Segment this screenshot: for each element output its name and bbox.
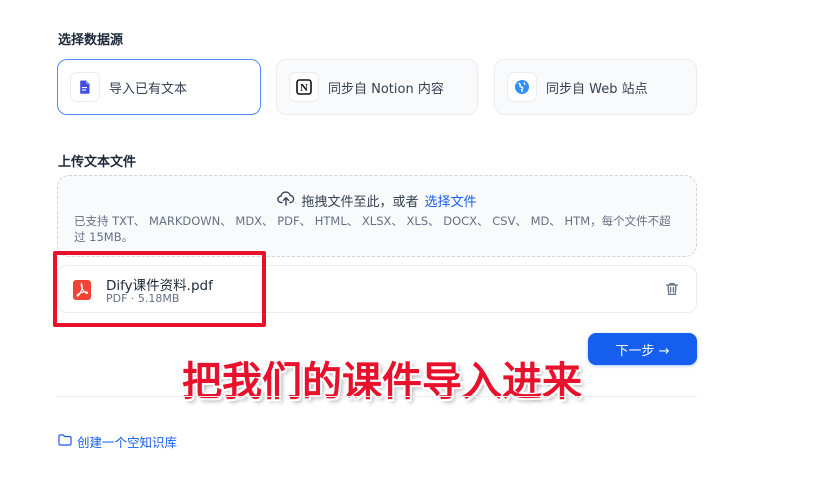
next-step-button[interactable]: 下一步 → [588, 333, 697, 365]
source-option-label: 同步自 Web 站点 [546, 81, 648, 97]
dropzone-text: 拖拽文件至此，或者 [301, 194, 419, 210]
svg-text:N: N [300, 82, 308, 94]
annotation-caption: 把我们的课件导入进来 [182, 359, 582, 405]
web-icon [507, 72, 537, 102]
source-option-label: 导入已有文本 [109, 81, 188, 97]
create-empty-knowledge-base-label: 创建一个空知识库 [77, 435, 178, 450]
annotation-highlight-box [53, 251, 266, 327]
file-dropzone[interactable]: 拖拽文件至此，或者 选择文件 已支持 TXT、 MARKDOWN、 MDX、 P… [57, 175, 697, 257]
divider [57, 396, 697, 397]
trash-icon[interactable] [664, 281, 680, 301]
supported-formats-hint: 已支持 TXT、 MARKDOWN、 MDX、 PDF、 HTML、 XLSX、… [74, 214, 671, 244]
folder-icon [58, 434, 72, 449]
upload-cloud-icon [277, 190, 295, 210]
select-file-link[interactable]: 选择文件 [425, 191, 477, 210]
notion-icon: N [289, 72, 319, 102]
source-option-notion[interactable]: N 同步自 Notion 内容 [276, 59, 478, 115]
upload-section-title: 上传文本文件 [58, 155, 137, 170]
create-empty-knowledge-base-link[interactable]: 创建一个空知识库 [58, 432, 177, 451]
source-option-import-text[interactable]: 导入已有文本 [57, 59, 261, 115]
source-section-title: 选择数据源 [58, 33, 124, 48]
source-option-web[interactable]: 同步自 Web 站点 [494, 59, 697, 115]
source-option-label: 同步自 Notion 内容 [328, 81, 444, 97]
document-icon [70, 72, 100, 102]
